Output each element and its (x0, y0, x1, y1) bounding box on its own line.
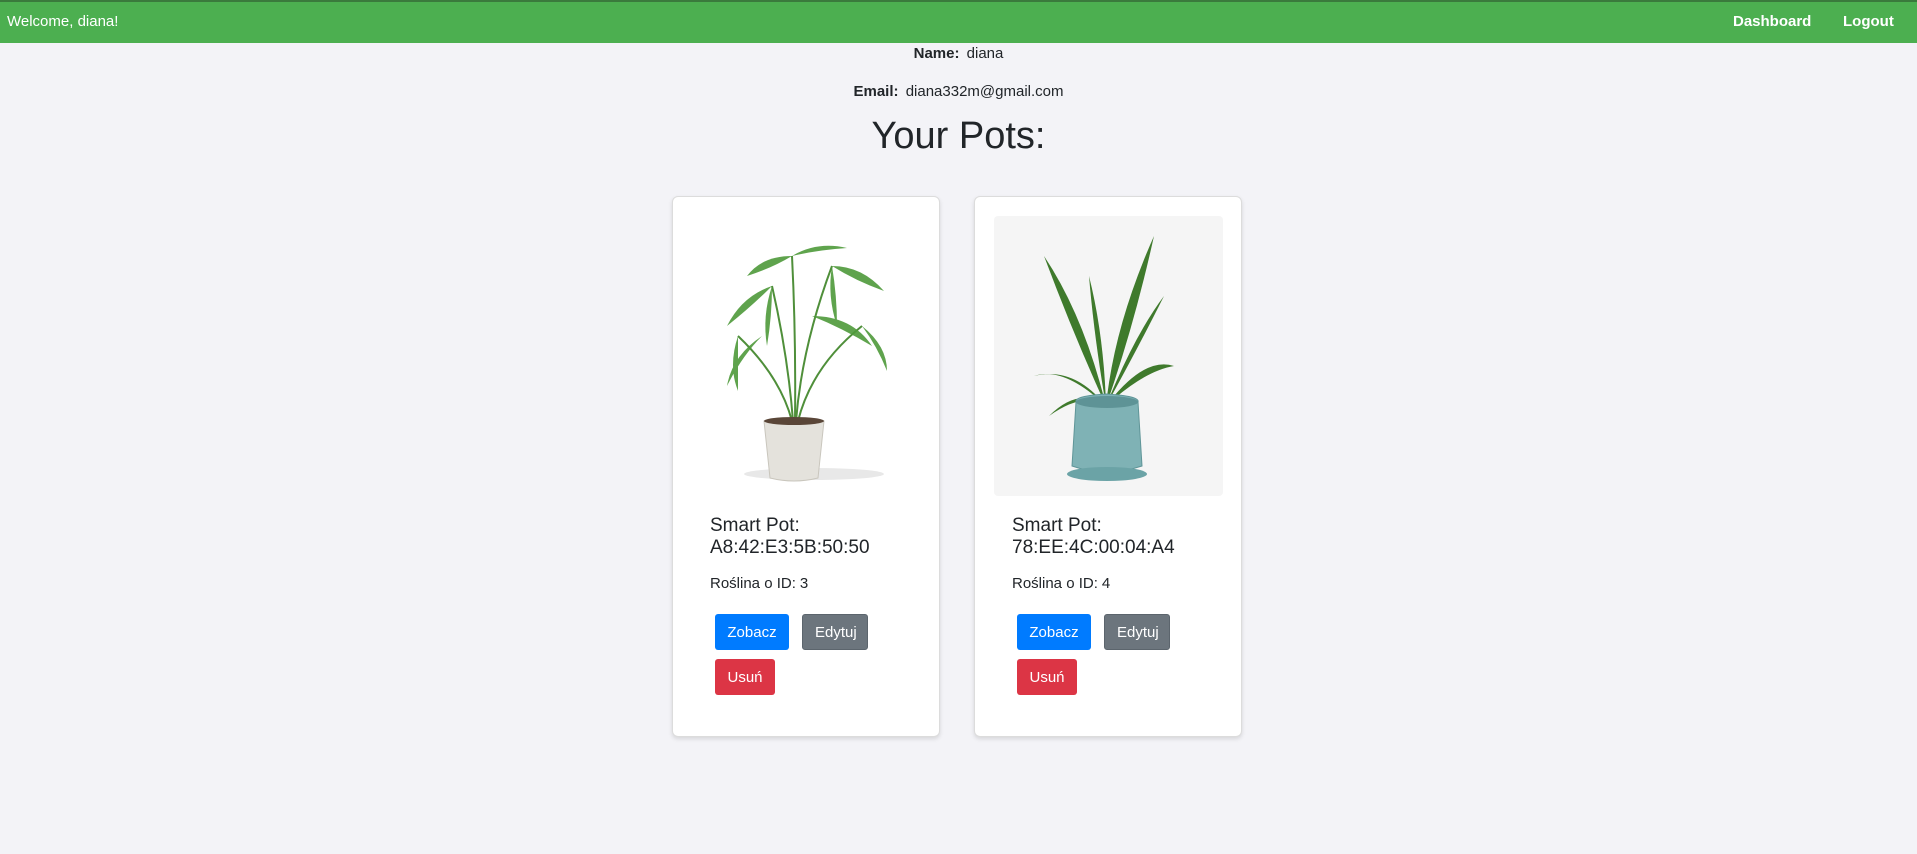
plant-id-label: Roślina o ID: (1012, 575, 1098, 592)
pot-title-label: Smart Pot: (1012, 515, 1102, 536)
edit-button[interactable]: Edytuj (802, 614, 868, 650)
palm-plant-icon (692, 216, 921, 496)
pot-card: Smart Pot: A8:42:E3:5B:50:50 Roślina o I… (672, 196, 940, 737)
pot-title: Smart Pot: 78:EE:4C:00:04:A4 (1012, 515, 1212, 559)
plant-id-value: 4 (1101, 575, 1111, 592)
email-label: Email: (853, 83, 899, 100)
delete-button[interactable]: Usuń (715, 659, 775, 695)
pots-heading: Your Pots: (871, 115, 1046, 157)
pot-title-label: Smart Pot: (710, 515, 800, 536)
name-value: diana (966, 45, 1004, 62)
profile-name: Name: diana (0, 45, 1917, 62)
delete-button[interactable]: Usuń (1017, 659, 1077, 695)
pot-mac: A8:42:E3:5B:50:50 (710, 537, 870, 558)
email-value: diana332m@gmail.com (905, 83, 1064, 100)
plant-id-text: Roślina o ID: 3 (710, 575, 808, 592)
plant-id-text: Roślina o ID: 4 (1012, 575, 1110, 592)
pot-title: Smart Pot: A8:42:E3:5B:50:50 (710, 515, 910, 559)
top-navbar: Welcome, diana! Dashboard Logout (0, 0, 1917, 43)
pot-card: Smart Pot: 78:EE:4C:00:04:A4 Roślina o I… (974, 196, 1242, 737)
plant-id-label: Roślina o ID: (710, 575, 796, 592)
profile-email: Email: diana332m@gmail.com (0, 83, 1917, 100)
view-button[interactable]: Zobacz (715, 614, 789, 650)
pot-mac: 78:EE:4C:00:04:A4 (1012, 537, 1175, 558)
edit-button[interactable]: Edytuj (1104, 614, 1170, 650)
view-button[interactable]: Zobacz (1017, 614, 1091, 650)
nav-logout-link[interactable]: Logout (1843, 13, 1894, 30)
plant-id-value: 3 (799, 575, 809, 592)
nav-dashboard-link[interactable]: Dashboard (1733, 13, 1811, 30)
welcome-text: Welcome, diana! (7, 13, 119, 30)
name-label: Name: (913, 45, 960, 62)
teal-pot-plant-icon (994, 216, 1223, 496)
